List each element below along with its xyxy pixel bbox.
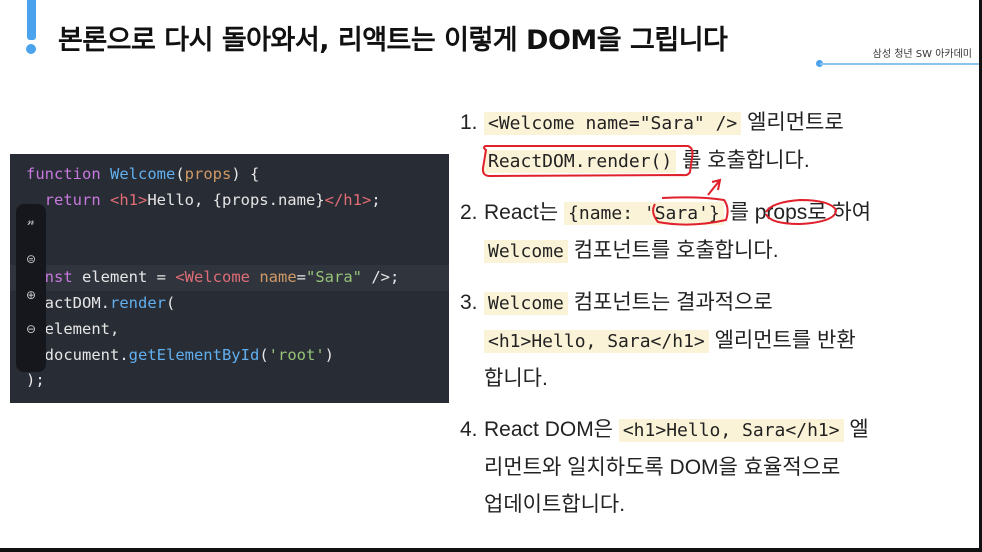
code-line: ); [26,368,449,394]
zoom-out-icon[interactable]: ⊖ [16,322,46,336]
code-line: function Welcome(props) { [26,162,449,188]
title-accent-dot [26,44,36,54]
org-line [820,63,982,65]
step-text: 컴포넌트를 호출합니다. [567,239,779,262]
title-accent-bar [27,0,36,40]
inline-code: <h1>Hello, Sara</h1> [618,419,844,442]
code-block: function Welcome(props) { return <h1>Hel… [10,162,449,394]
code-token: 'root' [268,345,325,364]
code-line: document.getElementById('root') [26,343,449,369]
code-token: "Sara" [306,268,362,287]
step-text: 컴포넌트는 결과적으로 [567,291,773,314]
code-token: props [184,165,232,183]
code-token: render [110,293,166,312]
step-item: 2. React는 {name: 'Sara'} 를 props로 하여 Welco… [460,194,920,270]
step-text: React DOM은 [484,418,619,441]
code-token: getElementById [128,345,260,364]
annotation-toolbar: 𝓃 ⊜ ⊕ ⊖ [16,204,46,372]
code-line: element, [26,317,449,343]
code-token: <Welcome [175,268,260,287]
step-text: 리먼트와 일치하도록 DOM을 효율적으로 [484,456,841,479]
eraser-icon[interactable]: ⊜ [16,252,46,266]
code-token: Hello, {props.name} [147,190,325,209]
inline-code: Welcome [484,292,568,315]
inline-code: {name: 'Sara'} [564,202,724,225]
step-text: 를 호출합니다. [676,149,810,172]
code-token: ( [175,165,185,183]
step-number: 1. [460,111,478,134]
step-item: 3. Welcome 컴포넌트는 결과적으로 <h1>Hello, Sara</h1… [460,284,920,397]
slide-title: 본론으로 다시 돌아와서, 리액트는 이렇게 DOM을 그립니다 [58,25,728,56]
step-number: 3. [460,291,478,314]
step-text: 를 props로 하여 [723,201,872,224]
code-line: const element = <Welcome name="Sara" />; [10,265,449,291]
step-text: 합니다. [484,367,548,390]
code-line: return <h1>Hello, {props.name}</h1>; [26,188,449,214]
step-text: 엘 [843,418,869,441]
code-token: />; [362,268,400,287]
step-item: 4. React DOM은 <h1>Hello, Sara</h1> 엘 리먼트와 … [460,411,920,523]
code-line: ReactDOM.render( [26,291,449,317]
step-item: 1. <Welcome name="Sara" /> 엘리먼트로 ReactDOM.… [460,104,920,180]
code-token: ); [26,371,45,390]
steps-list: 1. <Welcome name="Sara" /> 엘리먼트로 ReactDOM.… [460,104,920,523]
code-panel: function Welcome(props) { return <h1>Hel… [10,154,449,403]
inline-code: ReactDOM.render() [484,150,677,173]
code-token: ) [324,345,334,364]
code-token: name [259,268,297,287]
step-text: 엘리먼트를 반환 [708,329,856,352]
code-token: <h1> [110,190,148,209]
code-token: </h1> [324,190,372,209]
inline-code: <h1>Hello, Sara</h1> [484,330,709,353]
step-number: 2. [460,201,478,224]
code-token: ; [371,190,381,209]
step-number: 4. [460,418,478,441]
code-token: ( [166,293,176,312]
bottom-edge [0,548,982,552]
code-token: function [26,165,110,183]
step-text: 엘리먼트로 [741,111,844,134]
code-token: return [44,190,110,209]
inline-code: Welcome [484,240,568,263]
step-text: 업데이트합니다. [484,493,626,516]
code-token: element = [82,268,176,287]
step-text: React는 [484,201,565,224]
code-token: Welcome [110,165,176,183]
pen-icon[interactable]: 𝓃 [16,214,46,229]
org-label: 삼성 청년 SW 아카데미 [872,49,972,60]
code-token: = [296,268,306,287]
code-token: ) { [231,165,260,183]
code-token: ( [259,345,269,364]
inline-code: <Welcome name="Sara" /> [484,112,742,135]
zoom-in-icon[interactable]: ⊕ [16,288,46,302]
